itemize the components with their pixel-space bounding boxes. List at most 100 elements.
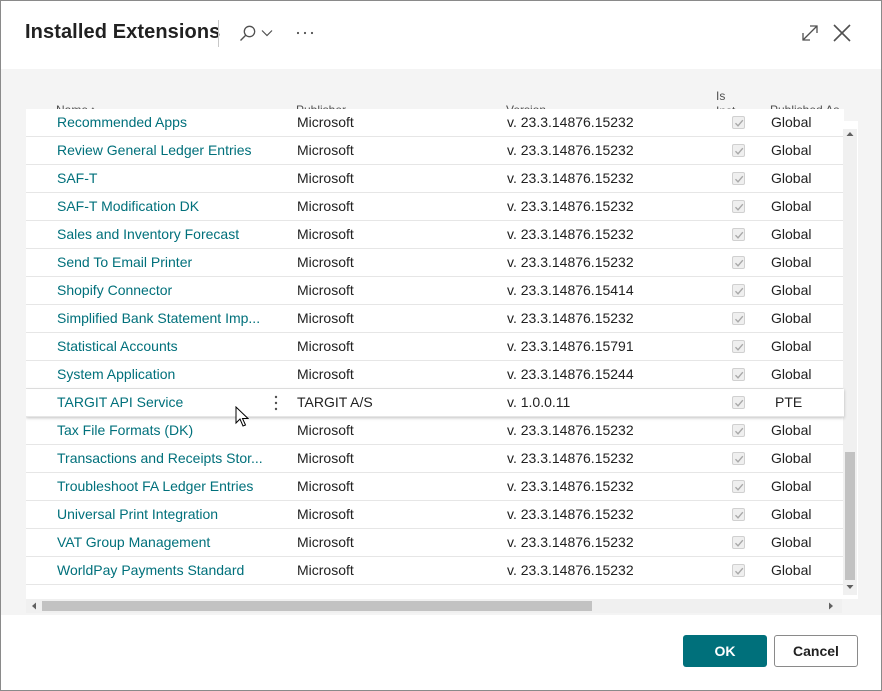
extension-name-link[interactable]: SAF-T Modification DK: [57, 198, 263, 214]
extension-name-link[interactable]: SAF-T: [57, 170, 263, 186]
version-cell: v. 23.3.14876.15232: [507, 254, 634, 270]
checkmark-icon: [734, 539, 744, 547]
extension-name-link[interactable]: Universal Print Integration: [57, 506, 263, 522]
table-row[interactable]: Statistical Accounts Microsoft v. 23.3.148…: [26, 333, 844, 361]
extension-name-link[interactable]: Troubleshoot FA Ledger Entries: [57, 478, 263, 494]
publisher-cell: Microsoft: [297, 422, 354, 438]
published-as-cell: Global: [771, 282, 812, 298]
checkmark-icon: [734, 371, 744, 379]
more-actions-button[interactable]: [293, 21, 317, 45]
extension-name-link[interactable]: Sales and Inventory Forecast: [57, 226, 263, 242]
publisher-cell: Microsoft: [297, 478, 354, 494]
vertical-scroll-thumb[interactable]: [845, 452, 855, 580]
checkmark-icon: [734, 175, 744, 183]
publisher-cell: TARGIT A/S: [297, 394, 373, 410]
publisher-cell: Microsoft: [297, 506, 354, 522]
table-row[interactable]: TARGIT API Service TARGIT A/S v. 1.0.0.11 P…: [26, 389, 844, 417]
expand-button[interactable]: [799, 22, 821, 44]
row-actions-button[interactable]: [272, 394, 280, 412]
table-row[interactable]: System Application Microsoft v. 23.3.14876…: [26, 361, 844, 389]
table-row[interactable]: WorldPay Payments Standard Microsoft v. 23…: [26, 557, 844, 585]
ok-button[interactable]: OK: [683, 635, 767, 667]
search-button[interactable]: [235, 21, 279, 47]
publisher-cell: Microsoft: [297, 142, 354, 158]
version-cell: v. 1.0.0.11: [507, 394, 571, 410]
is-installed-checkbox: [732, 312, 745, 325]
horizontal-scroll-thumb[interactable]: [42, 601, 592, 611]
table-row[interactable]: Universal Print Integration Microsoft v. 2…: [26, 501, 844, 529]
table-row[interactable]: Send To Email Printer Microsoft v. 23.3.14…: [26, 249, 844, 277]
extensions-grid: Name↑ Publisher Version Is Inst... Publi…: [26, 81, 858, 599]
scroll-right-icon[interactable]: [828, 602, 834, 610]
expand-icon: [802, 25, 818, 41]
dialog-footer: OK Cancel: [1, 615, 881, 690]
publisher-cell: Microsoft: [297, 114, 354, 130]
table-row[interactable]: Sales and Inventory Forecast Microsoft v. …: [26, 221, 844, 249]
extension-name-link[interactable]: Statistical Accounts: [57, 338, 263, 354]
table-row[interactable]: Shopify Connector Microsoft v. 23.3.14876.…: [26, 277, 844, 305]
checkmark-icon: [734, 287, 744, 295]
table-row[interactable]: Review General Ledger Entries Microsoft v.…: [26, 137, 844, 165]
is-installed-checkbox: [732, 256, 745, 269]
publisher-cell: Microsoft: [297, 282, 354, 298]
checkmark-icon: [734, 511, 744, 519]
extension-name-link[interactable]: WorldPay Payments Standard: [57, 562, 263, 578]
version-cell: v. 23.3.14876.15232: [507, 506, 634, 522]
published-as-cell: Global: [771, 170, 812, 186]
publisher-cell: Microsoft: [297, 310, 354, 326]
publisher-cell: Microsoft: [297, 226, 354, 242]
checkmark-icon: [734, 455, 744, 463]
published-as-cell: Global: [771, 534, 812, 550]
extension-name-link[interactable]: Recommended Apps: [57, 114, 263, 130]
version-cell: v. 23.3.14876.15232: [507, 170, 634, 186]
table-row[interactable]: SAF-T Microsoft v. 23.3.14876.15232 Global: [26, 165, 844, 193]
published-as-cell: Global: [771, 310, 812, 326]
extension-name-link[interactable]: Shopify Connector: [57, 282, 263, 298]
checkmark-icon: [734, 147, 744, 155]
extension-name-link[interactable]: Tax File Formats (DK): [57, 422, 263, 438]
table-row[interactable]: Troubleshoot FA Ledger Entries Microsoft v…: [26, 473, 844, 501]
header-divider: [218, 20, 219, 47]
published-as-cell: Global: [771, 142, 812, 158]
table-row[interactable]: Recommended Apps Microsoft v. 23.3.14876.1…: [26, 109, 844, 137]
checkmark-icon: [734, 567, 744, 575]
more-vertical-icon: [274, 395, 278, 411]
extension-name-link[interactable]: Send To Email Printer: [57, 254, 263, 270]
cancel-button[interactable]: Cancel: [774, 635, 858, 667]
publisher-cell: Microsoft: [297, 562, 354, 578]
extension-name-link[interactable]: Review General Ledger Entries: [57, 142, 263, 158]
extension-name-link[interactable]: System Application: [57, 366, 263, 382]
published-as-cell: Global: [771, 226, 812, 242]
scroll-down-icon[interactable]: [846, 584, 854, 590]
table-row[interactable]: Simplified Bank Statement Imp... Microsof…: [26, 305, 844, 333]
table-row[interactable]: Tax File Formats (DK) Microsoft v. 23.3.14…: [26, 417, 844, 445]
table-row[interactable]: SAF-T Modification DK Microsoft v. 23.3.14…: [26, 193, 844, 221]
publisher-cell: Microsoft: [297, 338, 354, 354]
is-installed-checkbox: [732, 396, 745, 409]
is-installed-checkbox: [732, 368, 745, 381]
version-cell: v. 23.3.14876.15232: [507, 114, 634, 130]
extension-name-link[interactable]: Simplified Bank Statement Imp...: [57, 310, 263, 326]
table-row[interactable]: Transactions and Receipts Stor... Microso…: [26, 445, 844, 473]
checkmark-icon: [734, 259, 744, 267]
scroll-left-icon[interactable]: [31, 602, 37, 610]
publisher-cell: Microsoft: [297, 450, 354, 466]
is-installed-checkbox: [732, 564, 745, 577]
checkmark-icon: [734, 483, 744, 491]
published-as-cell: Global: [771, 198, 812, 214]
close-button[interactable]: [831, 22, 853, 44]
extension-name-link[interactable]: Transactions and Receipts Stor...: [57, 450, 263, 466]
extension-name-link[interactable]: VAT Group Management: [57, 534, 263, 550]
vertical-scrollbar[interactable]: [843, 129, 857, 595]
published-as-cell: Global: [771, 366, 812, 382]
version-cell: v. 23.3.14876.15232: [507, 226, 634, 242]
version-cell: v. 23.3.14876.15232: [507, 310, 634, 326]
table-row[interactable]: VAT Group Management Microsoft v. 23.3.148…: [26, 529, 844, 557]
published-as-cell: Global: [771, 422, 812, 438]
scroll-up-icon[interactable]: [846, 131, 854, 137]
version-cell: v. 23.3.14876.15791: [507, 338, 634, 354]
checkmark-icon: [734, 315, 744, 323]
horizontal-scrollbar[interactable]: [26, 599, 842, 613]
extension-name-link[interactable]: TARGIT API Service: [57, 394, 263, 410]
search-icon: [240, 25, 256, 41]
